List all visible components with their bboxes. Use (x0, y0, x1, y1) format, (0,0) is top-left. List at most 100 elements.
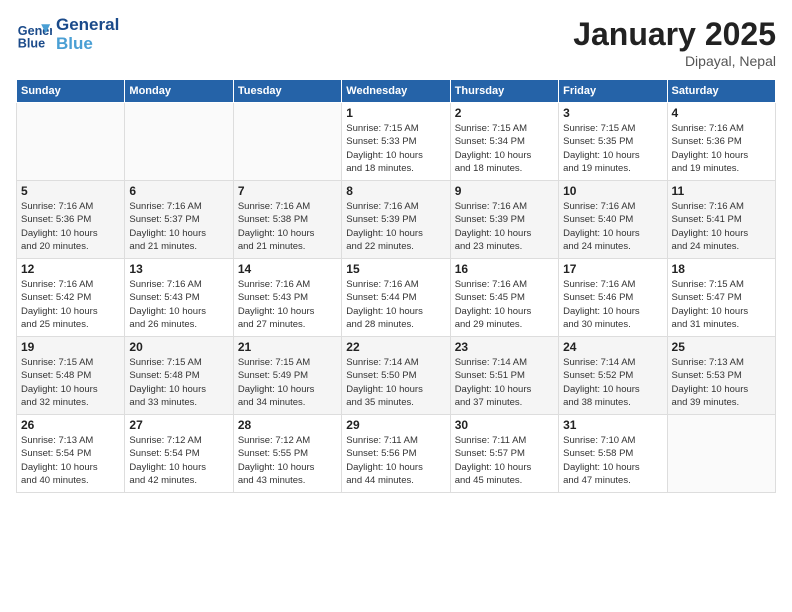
day-info: Sunrise: 7:16 AM Sunset: 5:43 PM Dayligh… (129, 278, 228, 331)
calendar-cell: 9 Sunrise: 7:16 AM Sunset: 5:39 PM Daylig… (450, 181, 558, 259)
calendar-cell: 21 Sunrise: 7:15 AM Sunset: 5:49 PM Dayli… (233, 337, 341, 415)
calendar-cell: 27 Sunrise: 7:12 AM Sunset: 5:54 PM Dayli… (125, 415, 233, 493)
day-number: 16 (455, 262, 554, 276)
calendar-cell: 2 Sunrise: 7:15 AM Sunset: 5:34 PM Daylig… (450, 103, 558, 181)
calendar-cell: 22 Sunrise: 7:14 AM Sunset: 5:50 PM Dayli… (342, 337, 450, 415)
day-info: Sunrise: 7:14 AM Sunset: 5:52 PM Dayligh… (563, 356, 662, 409)
day-number: 26 (21, 418, 120, 432)
calendar-week-row: 5 Sunrise: 7:16 AM Sunset: 5:36 PM Daylig… (17, 181, 776, 259)
day-number: 18 (672, 262, 771, 276)
day-number: 7 (238, 184, 337, 198)
day-info: Sunrise: 7:15 AM Sunset: 5:48 PM Dayligh… (21, 356, 120, 409)
day-info: Sunrise: 7:15 AM Sunset: 5:49 PM Dayligh… (238, 356, 337, 409)
day-info: Sunrise: 7:16 AM Sunset: 5:38 PM Dayligh… (238, 200, 337, 253)
svg-text:Blue: Blue (18, 36, 45, 50)
weekday-header: Saturday (667, 80, 775, 103)
day-number: 10 (563, 184, 662, 198)
logo: General Blue General Blue (16, 16, 119, 53)
day-info: Sunrise: 7:16 AM Sunset: 5:36 PM Dayligh… (672, 122, 771, 175)
calendar-table: SundayMondayTuesdayWednesdayThursdayFrid… (16, 79, 776, 493)
day-number: 20 (129, 340, 228, 354)
calendar-cell: 26 Sunrise: 7:13 AM Sunset: 5:54 PM Dayli… (17, 415, 125, 493)
day-info: Sunrise: 7:15 AM Sunset: 5:47 PM Dayligh… (672, 278, 771, 331)
logo-icon: General Blue (16, 17, 52, 53)
day-info: Sunrise: 7:16 AM Sunset: 5:43 PM Dayligh… (238, 278, 337, 331)
day-number: 3 (563, 106, 662, 120)
calendar-cell: 20 Sunrise: 7:15 AM Sunset: 5:48 PM Dayli… (125, 337, 233, 415)
calendar-cell: 14 Sunrise: 7:16 AM Sunset: 5:43 PM Dayli… (233, 259, 341, 337)
day-info: Sunrise: 7:12 AM Sunset: 5:54 PM Dayligh… (129, 434, 228, 487)
weekday-header: Tuesday (233, 80, 341, 103)
weekday-header-row: SundayMondayTuesdayWednesdayThursdayFrid… (17, 80, 776, 103)
day-number: 13 (129, 262, 228, 276)
day-number: 14 (238, 262, 337, 276)
day-info: Sunrise: 7:14 AM Sunset: 5:50 PM Dayligh… (346, 356, 445, 409)
day-number: 12 (21, 262, 120, 276)
calendar-cell: 10Sunrise: 7:16 AM Sunset: 5:40 PM Dayli… (559, 181, 667, 259)
weekday-header: Thursday (450, 80, 558, 103)
day-info: Sunrise: 7:11 AM Sunset: 5:57 PM Dayligh… (455, 434, 554, 487)
calendar-cell (667, 415, 775, 493)
weekday-header: Friday (559, 80, 667, 103)
day-info: Sunrise: 7:12 AM Sunset: 5:55 PM Dayligh… (238, 434, 337, 487)
day-info: Sunrise: 7:16 AM Sunset: 5:42 PM Dayligh… (21, 278, 120, 331)
day-number: 2 (455, 106, 554, 120)
day-info: Sunrise: 7:16 AM Sunset: 5:39 PM Dayligh… (455, 200, 554, 253)
title-block: January 2025 Dipayal, Nepal (573, 16, 776, 69)
day-number: 21 (238, 340, 337, 354)
calendar-cell: 1Sunrise: 7:15 AM Sunset: 5:33 PM Daylig… (342, 103, 450, 181)
day-number: 24 (563, 340, 662, 354)
calendar-cell: 16 Sunrise: 7:16 AM Sunset: 5:45 PM Dayli… (450, 259, 558, 337)
day-number: 1 (346, 106, 445, 120)
day-number: 29 (346, 418, 445, 432)
calendar-cell: 12 Sunrise: 7:16 AM Sunset: 5:42 PM Dayli… (17, 259, 125, 337)
day-info: Sunrise: 7:16 AM Sunset: 5:36 PM Dayligh… (21, 200, 120, 253)
day-number: 5 (21, 184, 120, 198)
calendar-cell: 19Sunrise: 7:15 AM Sunset: 5:48 PM Dayli… (17, 337, 125, 415)
weekday-header: Sunday (17, 80, 125, 103)
calendar-week-row: 19Sunrise: 7:15 AM Sunset: 5:48 PM Dayli… (17, 337, 776, 415)
calendar-cell: 25 Sunrise: 7:13 AM Sunset: 5:53 PM Dayli… (667, 337, 775, 415)
calendar-cell (233, 103, 341, 181)
day-number: 27 (129, 418, 228, 432)
weekday-header: Wednesday (342, 80, 450, 103)
weekday-header: Monday (125, 80, 233, 103)
day-number: 8 (346, 184, 445, 198)
day-info: Sunrise: 7:16 AM Sunset: 5:39 PM Dayligh… (346, 200, 445, 253)
calendar-cell: 30 Sunrise: 7:11 AM Sunset: 5:57 PM Dayli… (450, 415, 558, 493)
day-info: Sunrise: 7:16 AM Sunset: 5:41 PM Dayligh… (672, 200, 771, 253)
day-number: 31 (563, 418, 662, 432)
day-info: Sunrise: 7:16 AM Sunset: 5:46 PM Dayligh… (563, 278, 662, 331)
day-number: 22 (346, 340, 445, 354)
calendar-cell: 31 Sunrise: 7:10 AM Sunset: 5:58 PM Dayli… (559, 415, 667, 493)
calendar-cell: 18 Sunrise: 7:15 AM Sunset: 5:47 PM Dayli… (667, 259, 775, 337)
calendar-cell: 7 Sunrise: 7:16 AM Sunset: 5:38 PM Daylig… (233, 181, 341, 259)
day-info: Sunrise: 7:14 AM Sunset: 5:51 PM Dayligh… (455, 356, 554, 409)
day-number: 30 (455, 418, 554, 432)
day-number: 11 (672, 184, 771, 198)
calendar-cell: 15Sunrise: 7:16 AM Sunset: 5:44 PM Dayli… (342, 259, 450, 337)
calendar-week-row: 26 Sunrise: 7:13 AM Sunset: 5:54 PM Dayli… (17, 415, 776, 493)
day-info: Sunrise: 7:15 AM Sunset: 5:48 PM Dayligh… (129, 356, 228, 409)
day-info: Sunrise: 7:13 AM Sunset: 5:54 PM Dayligh… (21, 434, 120, 487)
day-number: 15 (346, 262, 445, 276)
day-number: 9 (455, 184, 554, 198)
calendar-cell: 3 Sunrise: 7:15 AM Sunset: 5:35 PM Daylig… (559, 103, 667, 181)
calendar-cell: 4Sunrise: 7:16 AM Sunset: 5:36 PM Daylig… (667, 103, 775, 181)
day-info: Sunrise: 7:15 AM Sunset: 5:35 PM Dayligh… (563, 122, 662, 175)
day-info: Sunrise: 7:16 AM Sunset: 5:45 PM Dayligh… (455, 278, 554, 331)
day-number: 25 (672, 340, 771, 354)
calendar-cell (17, 103, 125, 181)
day-number: 23 (455, 340, 554, 354)
day-info: Sunrise: 7:13 AM Sunset: 5:53 PM Dayligh… (672, 356, 771, 409)
calendar-cell: 17Sunrise: 7:16 AM Sunset: 5:46 PM Dayli… (559, 259, 667, 337)
month-title: January 2025 (573, 16, 776, 53)
calendar-cell (125, 103, 233, 181)
day-info: Sunrise: 7:10 AM Sunset: 5:58 PM Dayligh… (563, 434, 662, 487)
day-info: Sunrise: 7:15 AM Sunset: 5:34 PM Dayligh… (455, 122, 554, 175)
logo-line2: Blue (56, 35, 119, 54)
calendar-cell: 29Sunrise: 7:11 AM Sunset: 5:56 PM Dayli… (342, 415, 450, 493)
calendar-cell: 23 Sunrise: 7:14 AM Sunset: 5:51 PM Dayli… (450, 337, 558, 415)
logo-line1: General (56, 16, 119, 35)
calendar-cell: 5 Sunrise: 7:16 AM Sunset: 5:36 PM Daylig… (17, 181, 125, 259)
